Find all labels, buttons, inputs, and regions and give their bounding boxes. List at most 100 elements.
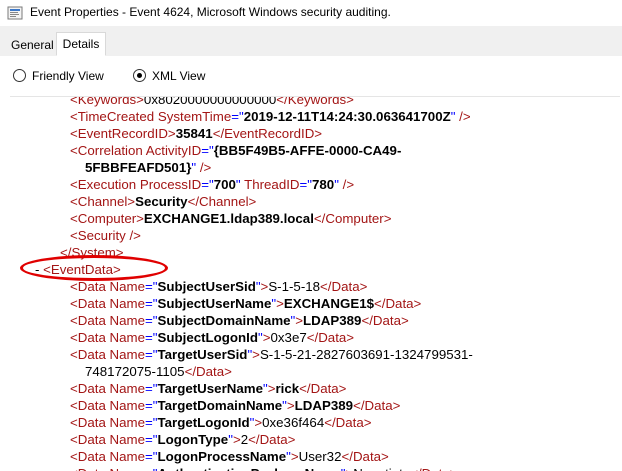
xml-token: AuthenticationPackageName: [158, 466, 341, 471]
xml-token: =": [145, 398, 158, 413]
xml-token: 700: [213, 177, 236, 192]
xml-token: SubjectDomainName: [157, 313, 291, 328]
xml-token: TargetUserSid: [157, 347, 248, 362]
xml-token: Security: [135, 194, 188, 209]
xml-token: Name: [109, 347, 146, 362]
xml-token: {BB5F49B5-AFFE-0000-CA49-: [213, 143, 402, 158]
xml-line: <Data Name="SubjectUserSid">S-1-5-18</Da…: [70, 278, 367, 295]
xml-token: User32: [298, 449, 342, 464]
xml-view-option[interactable]: XML View: [133, 68, 205, 84]
xml-token: </Data>: [341, 449, 389, 464]
xml-token: =": [145, 381, 158, 396]
xml-token: <Data: [70, 313, 110, 328]
xml-token: =": [231, 109, 244, 124]
xml-token: SubjectLogonId: [157, 330, 258, 345]
xml-token: =": [145, 466, 158, 471]
xml-line: <Data Name="AuthenticationPackageName">N…: [70, 465, 458, 471]
xml-token: />: [338, 177, 355, 192]
xml-token: Name: [110, 466, 145, 471]
xml-line: <Data Name="LogonType">2</Data>: [70, 431, 295, 448]
xml-token: <Data: [70, 381, 110, 396]
xml-line: <Correlation ActivityID="{BB5F49B5-AFFE-…: [70, 142, 401, 159]
xml-token: >: [252, 347, 260, 362]
xml-token: =": [299, 177, 313, 192]
xml-token: </EventRecordID>: [212, 126, 323, 141]
xml-token: EXCHANGE1.ldap389.local: [143, 211, 314, 226]
friendly-view-label: Friendly View: [32, 69, 104, 83]
xml-token: >: [295, 313, 304, 328]
xml-token: 748172075-1105: [85, 364, 185, 379]
xml-line: <Computer>EXCHANGE1.ldap389.local</Compu…: [70, 210, 392, 227]
xml-token: =": [145, 313, 158, 328]
xml-token: <Computer>: [70, 211, 144, 226]
xml-token: LogonProcessName: [157, 449, 287, 464]
eventdata-highlight-circle: [20, 255, 168, 281]
xml-token: LogonType: [157, 432, 229, 447]
xml-token: Name: [109, 296, 146, 311]
xml-token: <TimeCreated: [70, 109, 158, 124]
xml-token: <Execution: [70, 177, 140, 192]
xml-token: <Channel>: [70, 194, 136, 209]
event-viewer-icon: [7, 6, 23, 20]
xml-token: 0xe36f464: [262, 415, 325, 430]
xml-token: </Channel>: [187, 194, 257, 209]
xml-line: <Execution ProcessID="700" ThreadID="780…: [70, 176, 354, 193]
xml-token: >: [232, 432, 241, 447]
xml-token: </Data>: [320, 279, 368, 294]
xml-token: LDAP389: [294, 398, 354, 413]
xml-token: 780: [312, 177, 335, 192]
xml-token: </Data>: [361, 313, 409, 328]
xml-token: =": [201, 177, 214, 192]
xml-token: ActivityID: [145, 143, 202, 158]
xml-view-pane[interactable]: <Keywords>0x8020000000000000</Keywords> <…: [10, 96, 620, 471]
xml-token: Name: [109, 330, 146, 345]
xml-token: >: [262, 330, 271, 345]
xml-token: </Data>: [248, 432, 296, 447]
xml-token: ThreadID: [240, 177, 300, 192]
xml-view-radio[interactable]: [133, 69, 146, 82]
xml-token: SystemTime: [157, 109, 232, 124]
xml-token: <Security />: [70, 228, 141, 243]
xml-token: =": [145, 432, 158, 447]
xml-token: TargetDomainName: [157, 398, 283, 413]
xml-line: 5FBBFEAFD501}" />: [85, 159, 211, 176]
xml-line: <Data Name="TargetLogonId">0xe36f464</Da…: [70, 414, 372, 431]
friendly-view-radio[interactable]: [13, 69, 26, 82]
window-title: Event Properties - Event 4624, Microsoft…: [30, 5, 391, 19]
title-bar: Event Properties - Event 4624, Microsoft…: [0, 0, 622, 26]
xml-line: <Data Name="TargetUserName">rick</Data>: [70, 380, 346, 397]
xml-line: 748172075-1105</Data>: [85, 363, 232, 380]
xml-token: =": [201, 143, 214, 158]
xml-line: <Data Name="SubjectLogonId">0x3e7</Data>: [70, 329, 354, 346]
xml-token: Name: [109, 415, 146, 430]
xml-line: <EventRecordID>35841</EventRecordID>: [70, 125, 322, 142]
friendly-view-option[interactable]: Friendly View: [13, 68, 104, 84]
xml-token: >: [286, 398, 295, 413]
xml-token: <EventRecordID>: [70, 126, 176, 141]
xml-token: >: [290, 449, 299, 464]
xml-token: Name: [109, 449, 146, 464]
xml-token: Name: [109, 313, 146, 328]
xml-token: 2019-12-11T14:24:30.063641700Z: [243, 109, 451, 124]
xml-line: <Data Name="TargetUserSid">S-1-5-21-2827…: [70, 346, 473, 363]
xml-token: </Data>: [306, 330, 355, 345]
xml-line: <TimeCreated SystemTime="2019-12-11T14:2…: [70, 108, 471, 125]
xml-token: </Data>: [353, 398, 401, 413]
xml-view-label: XML View: [152, 69, 206, 83]
xml-token: >: [276, 296, 284, 311]
tab-details[interactable]: Details: [56, 32, 106, 56]
xml-token: <Data: [70, 330, 110, 345]
xml-token: <Data: [70, 466, 110, 471]
xml-line: <Security />: [70, 227, 141, 244]
xml-token: <Data: [70, 296, 110, 311]
tab-general[interactable]: General: [6, 35, 59, 55]
xml-token: Name: [109, 432, 146, 447]
xml-token: Name: [109, 381, 146, 396]
xml-token: </Computer>: [313, 211, 392, 226]
xml-token: SubjectUserName: [157, 296, 272, 311]
xml-token: 5FBBFEAFD501}: [85, 160, 192, 175]
xml-token: 35841: [175, 126, 213, 141]
xml-token: =": [145, 347, 158, 362]
xml-token: </Data>: [299, 381, 347, 396]
xml-token: />: [455, 109, 471, 124]
